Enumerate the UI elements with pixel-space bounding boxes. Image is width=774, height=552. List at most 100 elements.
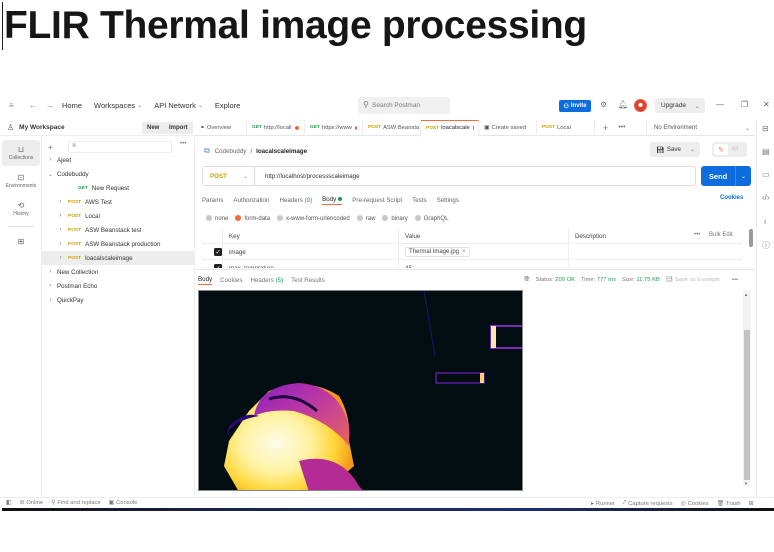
code-icon[interactable]: ‹/› bbox=[762, 193, 770, 202]
upgrade-button[interactable]: Upgrade ⌄ bbox=[655, 98, 705, 113]
more-icon[interactable]: ••• bbox=[180, 141, 186, 147]
rail-collections[interactable]: ⊔ Collections bbox=[2, 140, 40, 166]
nav-explore[interactable]: Explore bbox=[215, 101, 240, 110]
tab-request[interactable]: GET https://www bbox=[305, 119, 363, 136]
chevron-right-icon[interactable]: › bbox=[56, 213, 65, 219]
nav-api-network[interactable]: API Network ⌄ bbox=[154, 101, 203, 110]
tab-pre-request-script[interactable]: Pre-request Script bbox=[352, 197, 402, 204]
new-tab-icon[interactable]: + bbox=[603, 123, 608, 133]
radio-form-data[interactable]: form-data bbox=[235, 214, 270, 222]
rail-environments[interactable]: ⊡ Environments bbox=[2, 168, 40, 194]
chevron-down-icon[interactable]: ⌄ bbox=[735, 166, 751, 186]
radio-graphql[interactable]: GraphQL bbox=[414, 214, 448, 222]
tab-request[interactable]: POST ASW Beansta bbox=[363, 119, 421, 136]
chevron-right-icon[interactable]: › bbox=[56, 241, 65, 247]
tab-request-active[interactable]: POST loacalscale bbox=[421, 119, 479, 136]
chevron-down-icon[interactable]: ⌄ bbox=[46, 171, 55, 178]
add-collection-icon[interactable]: + bbox=[48, 143, 53, 152]
request-item[interactable]: GET New Request bbox=[42, 181, 195, 195]
toggle-sidebar-icon[interactable]: ◧ bbox=[6, 500, 11, 506]
chevron-right-icon[interactable]: › bbox=[56, 227, 65, 233]
tab-headers[interactable]: Headers (9) bbox=[279, 197, 312, 204]
trash-button[interactable]: 🗑︎ Trash bbox=[717, 501, 741, 507]
collection-item[interactable]: › QuickPay bbox=[42, 293, 195, 307]
settings-icon[interactable]: ⚙ bbox=[600, 100, 607, 109]
help-icon[interactable]: ◌ bbox=[762, 501, 765, 507]
find-replace-button[interactable]: ⚲ Find and replace bbox=[51, 500, 100, 506]
radio-raw[interactable]: raw bbox=[356, 214, 375, 222]
radio-urlencoded[interactable]: x-www-form-urlencoded bbox=[277, 214, 350, 222]
request-item[interactable]: › POST ASW Beanstack test bbox=[42, 223, 195, 237]
chevron-right-icon[interactable]: › bbox=[46, 157, 55, 163]
workspace-name[interactable]: My Workspace bbox=[19, 124, 64, 131]
request-item[interactable]: › POST loacalscaleimage bbox=[42, 251, 195, 265]
back-arrow-icon[interactable]: ← bbox=[29, 101, 37, 110]
environment-quicklook-icon[interactable]: ⊟ bbox=[762, 124, 769, 133]
tab-overview[interactable]: ⚭ Overview bbox=[195, 119, 247, 136]
chevron-right-icon[interactable]: › bbox=[56, 255, 65, 261]
layout-icon[interactable]: ⊞ bbox=[749, 501, 754, 507]
globe-icon[interactable]: 🌐︎ bbox=[524, 276, 530, 284]
request-item[interactable]: › POST ASW Beanstack production bbox=[42, 237, 195, 251]
chevron-down-icon[interactable]: ⌄ bbox=[690, 146, 695, 153]
chevron-right-icon[interactable]: › bbox=[46, 269, 55, 275]
comments-icon[interactable]: ▭ bbox=[762, 170, 770, 179]
pane-divider[interactable] bbox=[195, 269, 755, 270]
cookies-button[interactable]: ◎ Cookies bbox=[681, 501, 709, 507]
tab-params[interactable]: Params bbox=[202, 197, 223, 204]
search-input[interactable]: ⚲ Search Postman bbox=[358, 97, 450, 114]
more-icon[interactable]: ••• bbox=[732, 277, 738, 283]
collection-item[interactable]: ⌄ Codebuddy bbox=[42, 167, 195, 181]
scrollbar-thumb[interactable] bbox=[744, 330, 750, 480]
online-status[interactable]: ⊘ Online bbox=[19, 500, 43, 506]
rail-configure[interactable]: ⊞ bbox=[2, 229, 40, 255]
avatar[interactable] bbox=[634, 99, 647, 112]
row-description[interactable] bbox=[568, 244, 742, 260]
collection-item[interactable]: › New Collection bbox=[42, 265, 195, 279]
new-button[interactable]: New bbox=[142, 122, 165, 134]
save-button[interactable]: 💾︎ Save ⌄ bbox=[650, 142, 700, 157]
row-key[interactable]: image bbox=[222, 244, 398, 260]
remove-file-icon[interactable]: × bbox=[462, 249, 466, 255]
tab-response-cookies[interactable]: Cookies bbox=[220, 277, 242, 284]
lightbulb-icon[interactable]: ♁ bbox=[762, 217, 768, 226]
method-select[interactable]: POST ⌄ bbox=[203, 167, 255, 185]
tab-response-body[interactable]: Body bbox=[198, 276, 213, 285]
console-button[interactable]: ▣ Console bbox=[109, 500, 138, 506]
menu-icon[interactable]: ≡ bbox=[9, 101, 14, 110]
capture-requests-button[interactable]: ⤤ Capture requests bbox=[623, 500, 673, 507]
scroll-down-icon[interactable]: ▼ bbox=[744, 481, 748, 486]
more-icon[interactable]: ••• bbox=[694, 232, 700, 238]
row-checkbox[interactable]: ✓ bbox=[202, 260, 222, 268]
tab-test-results[interactable]: Test Results bbox=[291, 277, 325, 284]
request-item[interactable]: › POST Local bbox=[42, 209, 195, 223]
collection-item[interactable]: › Ajeet bbox=[42, 153, 195, 167]
chevron-right-icon[interactable]: › bbox=[46, 283, 55, 289]
breadcrumb-parent[interactable]: Codebuddy bbox=[215, 148, 247, 155]
request-item[interactable]: › POST AWS Test bbox=[42, 195, 195, 209]
restore-icon[interactable]: ❐ bbox=[741, 100, 748, 109]
tab-request[interactable]: GET http://locall bbox=[247, 119, 305, 136]
filter-input[interactable]: ⩸ bbox=[68, 141, 172, 153]
radio-binary[interactable]: binary bbox=[382, 214, 408, 222]
request-scrollbar[interactable] bbox=[749, 229, 753, 247]
collection-item[interactable]: › Postman Echo bbox=[42, 279, 195, 293]
forward-arrow-icon[interactable]: → bbox=[46, 101, 54, 110]
runner-button[interactable]: ▸ Runner bbox=[591, 501, 615, 507]
rail-history[interactable]: ⟲ History bbox=[2, 196, 40, 222]
documentation-icon[interactable]: ▤ bbox=[762, 147, 770, 156]
row-value[interactable]: Thermal Image.jpg × bbox=[398, 244, 568, 260]
send-button[interactable]: Send ⌄ bbox=[701, 166, 751, 186]
cookies-link[interactable]: Cookies bbox=[720, 195, 743, 201]
bell-icon[interactable]: 🔔︎ bbox=[618, 100, 628, 109]
save-as-example-button[interactable]: 💾︎ Save as Example bbox=[666, 277, 720, 283]
more-tabs-icon[interactable]: ••• bbox=[618, 124, 625, 131]
row-value[interactable]: 45 bbox=[398, 260, 568, 268]
nav-workspaces[interactable]: Workspaces ⌄ bbox=[94, 101, 142, 110]
radio-none[interactable]: none bbox=[206, 214, 228, 222]
bulk-edit-button[interactable]: Bulk Edit bbox=[709, 232, 733, 238]
row-checkbox[interactable]: ✓ bbox=[202, 244, 222, 260]
row-description[interactable] bbox=[568, 260, 742, 268]
breadcrumb-current[interactable]: loacalscaleimage bbox=[256, 148, 307, 155]
minimize-icon[interactable]: — bbox=[716, 100, 724, 109]
